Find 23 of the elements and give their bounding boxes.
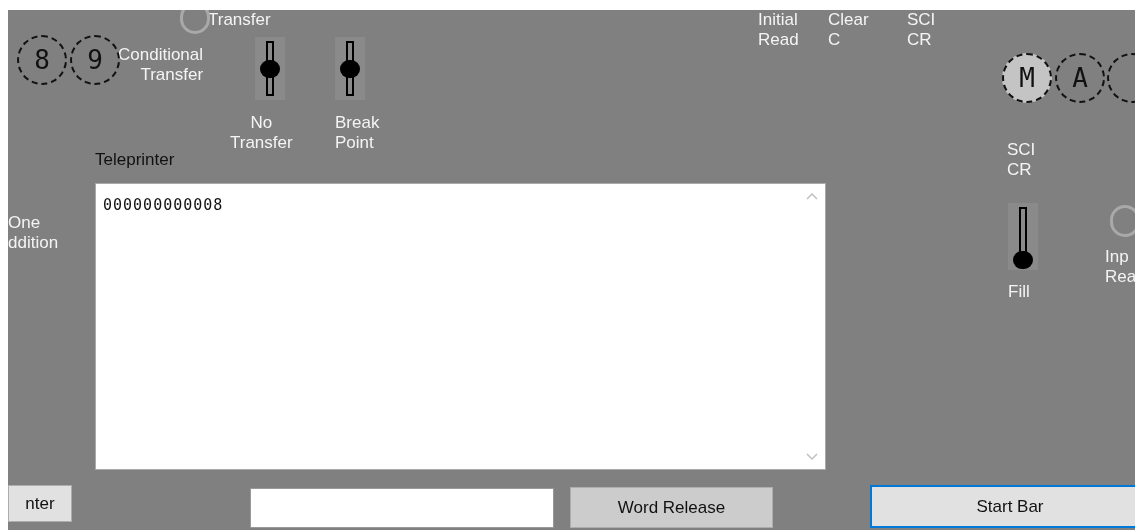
form-button[interactable]: Start Bar	[870, 485, 1135, 528]
teleprinter-text: 000000000008	[103, 195, 224, 216]
label: Fill	[1008, 282, 1030, 302]
toggle-switch[interactable]	[1008, 203, 1038, 270]
toggle-switch[interactable]	[255, 37, 285, 100]
key-button[interactable]: 9	[70, 35, 120, 85]
label: Transfer	[208, 10, 271, 30]
label: SCI CR	[1007, 140, 1036, 180]
label: One ddition	[8, 213, 59, 253]
key-button[interactable]: 8	[17, 35, 67, 85]
text-input[interactable]	[250, 488, 554, 528]
label: No Transfer	[230, 113, 293, 153]
key-button[interactable]: A	[1055, 53, 1105, 103]
form-button[interactable]: Word Release	[570, 487, 773, 528]
label: SCI CR	[907, 10, 936, 50]
toggle-switch[interactable]	[335, 37, 365, 100]
form-button[interactable]: nter	[8, 485, 72, 522]
label: Teleprinter	[95, 150, 175, 170]
label: Break Point	[335, 113, 380, 153]
key-button[interactable]: M	[1002, 53, 1052, 103]
label: Clear C	[828, 10, 869, 50]
label: Initial Read	[758, 10, 799, 50]
label: Conditional Transfer	[118, 45, 204, 85]
